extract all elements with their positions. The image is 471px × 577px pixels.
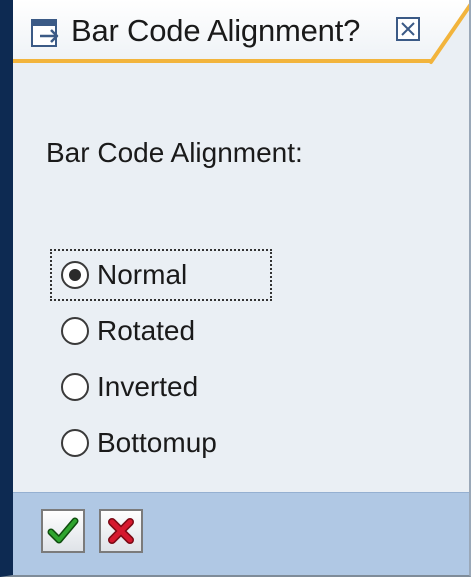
dialog-title: Bar Code Alignment? [71, 13, 361, 48]
radio-label-bottomup: Bottomup [97, 427, 217, 458]
radio-option-bottomup[interactable]: Bottomup [61, 421, 217, 465]
radio-label-normal: Normal [97, 259, 188, 290]
radio-button[interactable] [61, 373, 89, 401]
radio-button[interactable] [61, 317, 89, 345]
radio-button-checked[interactable] [61, 261, 89, 289]
confirm-button[interactable] [41, 509, 85, 553]
radio-label-inverted: Inverted [97, 371, 199, 402]
button-bar [13, 492, 469, 575]
close-icon[interactable] [396, 17, 420, 41]
radio-button[interactable] [61, 429, 89, 457]
radio-option-normal[interactable]: Normal [61, 253, 187, 297]
dialog-window-icon [30, 18, 60, 48]
bar-code-alignment-label: Bar Code Alignment: [46, 137, 303, 168]
title-bar[interactable]: Bar Code Alignment? [13, 0, 469, 65]
checkmark-icon [47, 517, 79, 544]
bar-code-alignment-dialog: Bar Code Alignment? Bar Code Alignment: … [0, 0, 471, 577]
radio-option-inverted[interactable]: Inverted [61, 365, 198, 409]
radio-label-rotated: Rotated [97, 315, 196, 346]
cancel-button[interactable] [99, 509, 143, 553]
cancel-x-icon [108, 518, 134, 544]
radio-option-rotated[interactable]: Rotated [61, 309, 195, 353]
